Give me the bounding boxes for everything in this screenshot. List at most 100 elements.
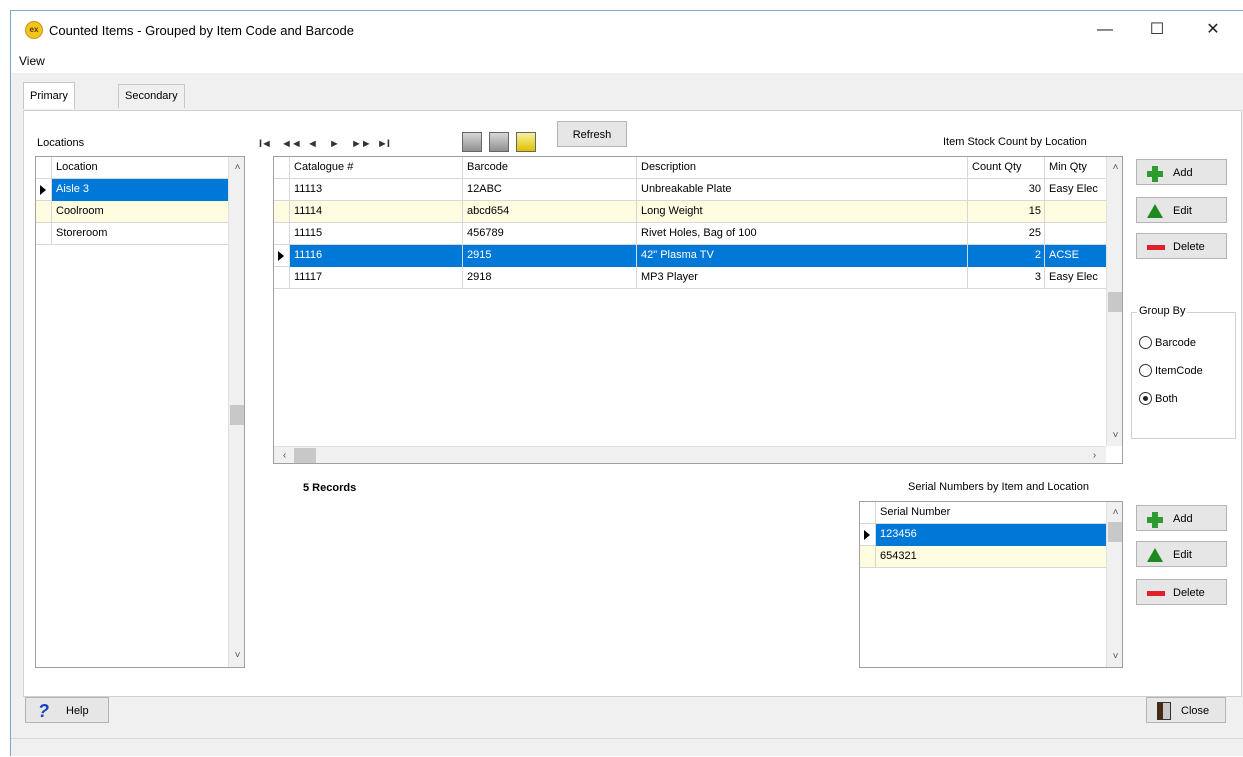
add-item-button[interactable]: Add (1136, 159, 1227, 185)
item-row[interactable]: 11115 456789 Rivet Holes, Bag of 100 25 (274, 223, 1106, 245)
column-header-barcode[interactable]: Barcode (463, 157, 637, 179)
nav-first-button[interactable]: I◄ (259, 138, 272, 150)
min-qty-cell[interactable] (1045, 223, 1106, 245)
scroll-thumb[interactable] (1108, 292, 1122, 312)
column-header-catalogue[interactable]: Catalogue # (290, 157, 463, 179)
nav-prior-page-button[interactable]: ◄◄ (281, 138, 302, 150)
row-indicator (36, 179, 52, 201)
tab-primary-count[interactable]: Primary Count (23, 82, 75, 128)
barcode-cell[interactable]: 456789 (463, 223, 637, 245)
item-row[interactable]: 11117 2918 MP3 Player 3 Easy Elec (274, 267, 1106, 289)
serial-row[interactable]: 654321 (860, 546, 1106, 568)
app-logo-icon: ex (25, 21, 43, 39)
scroll-thumb[interactable] (1108, 522, 1122, 542)
column-header-serial-number[interactable]: Serial Number (876, 502, 1106, 524)
catalogue-cell[interactable]: 11114 (290, 201, 463, 223)
barcode-cell[interactable]: abcd654 (463, 201, 637, 223)
barcode-cell[interactable]: 2915 (463, 245, 637, 267)
delete-serial-button[interactable]: Delete (1136, 579, 1227, 605)
menu-view[interactable]: View (19, 54, 45, 68)
location-cell[interactable]: Storeroom (52, 223, 228, 245)
locations-label: Locations (37, 137, 85, 149)
scroll-down-icon[interactable]: ˅ (229, 647, 244, 664)
description-cell[interactable]: MP3 Player (637, 267, 968, 289)
group-by-both-radio[interactable]: Both (1139, 392, 1178, 405)
location-row-storeroom[interactable]: Storeroom (36, 223, 228, 245)
current-row-arrow-icon (864, 530, 870, 540)
items-horizontal-scrollbar[interactable]: ‹ › (274, 446, 1106, 463)
close-button[interactable]: Close (1146, 697, 1226, 723)
column-header-description[interactable]: Description (637, 157, 968, 179)
nav-next-page-button[interactable]: ►► (351, 138, 372, 150)
refresh-button[interactable]: Refresh (557, 121, 627, 147)
location-row-coolroom[interactable]: Coolroom (36, 201, 228, 223)
scroll-down-icon[interactable]: ˅ (1107, 427, 1122, 444)
min-qty-cell[interactable]: Easy Elec (1045, 179, 1106, 201)
count-qty-cell[interactable]: 25 (968, 223, 1045, 245)
edit-item-button[interactable]: Edit (1136, 197, 1227, 223)
min-qty-cell[interactable] (1045, 201, 1106, 223)
catalogue-cell[interactable]: 11117 (290, 267, 463, 289)
help-button[interactable]: ? Help (25, 697, 109, 723)
nav-prior-button[interactable]: ◄ (307, 138, 318, 150)
minus-icon (1147, 586, 1165, 596)
scroll-up-icon[interactable]: ˄ (1107, 504, 1122, 521)
catalogue-cell[interactable]: 11116 (290, 245, 463, 267)
items-vertical-scrollbar[interactable]: ˄ ˅ (1106, 157, 1122, 446)
item-row[interactable]: 11113 12ABC Unbreakable Plate 30 Easy El… (274, 179, 1106, 201)
barcode-cell[interactable]: 2918 (463, 267, 637, 289)
tab-secondary-count[interactable]: Secondary Count (118, 84, 185, 124)
column-header-count-qty[interactable]: Count Qty (968, 157, 1045, 179)
close-window-button[interactable]: ✕ (1193, 17, 1233, 43)
import-icon[interactable] (462, 132, 482, 152)
catalogue-cell[interactable]: 11115 (290, 223, 463, 245)
add-serial-button[interactable]: Add (1136, 505, 1227, 531)
scroll-up-icon[interactable]: ˄ (229, 159, 244, 176)
locations-grid: Location Aisle 3 Coolroom Storeroom ˄ ˅ (35, 156, 245, 668)
edit-serial-button[interactable]: Edit (1136, 541, 1227, 567)
edit-item-label: Edit (1173, 205, 1192, 217)
export-icon[interactable] (489, 132, 509, 152)
count-qty-cell[interactable]: 3 (968, 267, 1045, 289)
scroll-up-icon[interactable]: ˄ (1107, 159, 1122, 176)
serial-row-selected[interactable]: 123456 (860, 524, 1106, 546)
maximize-button[interactable]: ☐ (1137, 17, 1177, 43)
serial-cell[interactable]: 654321 (876, 546, 1106, 568)
serials-vertical-scrollbar[interactable]: ˄ ˅ (1106, 502, 1122, 667)
barcode-cell[interactable]: 12ABC (463, 179, 637, 201)
group-by-box: Group By Barcode ItemCode Both (1131, 305, 1236, 439)
scroll-down-icon[interactable]: ˅ (1107, 648, 1122, 665)
minimize-button[interactable]: — (1085, 17, 1125, 43)
scroll-thumb[interactable] (294, 448, 316, 463)
group-by-itemcode-radio[interactable]: ItemCode (1139, 364, 1203, 377)
serial-cell[interactable]: 123456 (876, 524, 1106, 546)
locations-vertical-scrollbar[interactable]: ˄ ˅ (228, 157, 244, 667)
description-cell[interactable]: Unbreakable Plate (637, 179, 968, 201)
count-qty-cell[interactable]: 30 (968, 179, 1045, 201)
location-cell[interactable]: Aisle 3 (52, 179, 228, 201)
item-row-selected[interactable]: 11116 2915 42" Plasma TV 2 ACSE (274, 245, 1106, 267)
min-qty-cell[interactable]: ACSE (1045, 245, 1106, 267)
column-header-min-qty[interactable]: Min Qty (1045, 157, 1106, 179)
scroll-left-icon[interactable]: ‹ (276, 447, 293, 463)
description-cell[interactable]: 42" Plasma TV (637, 245, 968, 267)
row-indicator-header (860, 502, 876, 524)
nav-last-button[interactable]: ►I (377, 138, 390, 150)
nav-next-button[interactable]: ► (329, 138, 340, 150)
item-row[interactable]: 11114 abcd654 Long Weight 15 (274, 201, 1106, 223)
count-qty-cell[interactable]: 2 (968, 245, 1045, 267)
group-by-barcode-radio[interactable]: Barcode (1139, 336, 1196, 349)
min-qty-cell[interactable]: Easy Elec (1045, 267, 1106, 289)
catalogue-cell[interactable]: 11113 (290, 179, 463, 201)
location-cell[interactable]: Coolroom (52, 201, 228, 223)
scroll-thumb[interactable] (230, 405, 244, 425)
delete-item-button[interactable]: Delete (1136, 233, 1227, 259)
column-header-location[interactable]: Location (52, 157, 232, 179)
description-cell[interactable]: Rivet Holes, Bag of 100 (637, 223, 968, 245)
location-row-aisle-3[interactable]: Aisle 3 (36, 179, 228, 201)
report-icon[interactable] (516, 132, 536, 152)
description-cell[interactable]: Long Weight (637, 201, 968, 223)
count-qty-cell[interactable]: 15 (968, 201, 1045, 223)
scroll-right-icon[interactable]: › (1086, 447, 1103, 463)
group-by-legend: Group By (1137, 305, 1188, 317)
